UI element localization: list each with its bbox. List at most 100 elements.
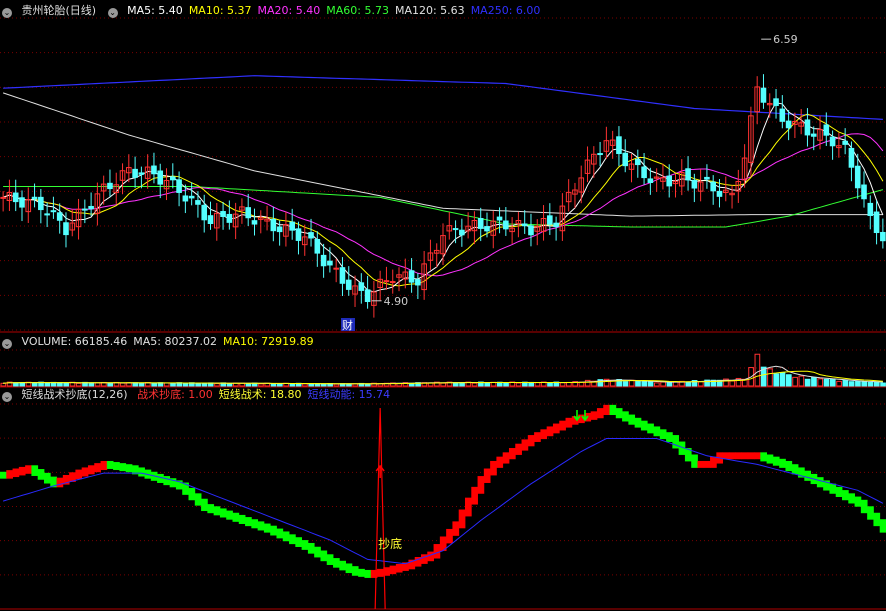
candle-body: [528, 225, 534, 236]
momentum-bar: [314, 546, 321, 558]
collapse-icon[interactable]: ⌄: [107, 8, 118, 18]
collapse-icon[interactable]: ⌄: [2, 339, 12, 349]
momentum-bar: [358, 568, 365, 577]
volume-bar: [333, 383, 340, 387]
candle-body: [0, 196, 6, 199]
momentum-bar: [87, 465, 95, 475]
momentum-bar: [647, 423, 654, 434]
momentum-bar: [113, 462, 120, 471]
volume-bar: [867, 381, 874, 387]
candle-body: [854, 165, 861, 189]
candle-body: [308, 232, 314, 239]
candle-body: [880, 231, 886, 242]
momentum-bar: [446, 528, 453, 544]
collapse-icon[interactable]: ⌄: [2, 8, 12, 18]
momentum-bar: [496, 456, 504, 468]
volume-bar: [622, 381, 629, 387]
momentum-bar: [100, 460, 108, 471]
momentum-bar: [710, 456, 717, 468]
momentum-bar: [452, 521, 460, 536]
legend-item: MA250: 6.00: [470, 4, 541, 17]
volume-bar: [534, 382, 541, 387]
momentum-bar: [119, 463, 127, 472]
momentum-bar: [860, 499, 868, 514]
momentum-bar: [245, 517, 252, 527]
candle-body: [389, 281, 396, 284]
arrow-up-icon: [375, 464, 385, 478]
volume-bar: [798, 375, 805, 387]
momentum-bar: [6, 470, 13, 479]
momentum-bar: [25, 465, 32, 474]
candle-body: [634, 158, 641, 166]
volume-bar: [151, 382, 157, 387]
volume-bar: [75, 382, 82, 387]
candle-body: [622, 152, 629, 167]
price-title: 贵州轮胎(日线): [21, 4, 97, 17]
momentum-bar: [320, 550, 328, 562]
momentum-bar: [263, 523, 271, 533]
momentum-bar: [326, 554, 334, 565]
candle-body: [188, 195, 195, 199]
momentum-bar: [471, 486, 478, 505]
momentum-bar: [697, 460, 705, 468]
candle-body: [157, 170, 164, 185]
momentum-bar: [502, 452, 510, 464]
momentum-bar: [37, 469, 45, 480]
momentum-bar: [345, 563, 353, 574]
momentum-bar: [339, 560, 347, 571]
momentum-bar: [307, 542, 315, 554]
momentum-bar: [867, 506, 874, 520]
volume-bar: [214, 383, 220, 387]
momentum-bar: [276, 528, 284, 539]
momentum-bar: [540, 429, 548, 440]
momentum-bar: [427, 551, 434, 562]
momentum-bar: [622, 411, 629, 422]
legend-item: MA5: 5.40: [127, 4, 183, 17]
volume-bar: [785, 374, 792, 387]
momentum-bar: [333, 558, 340, 568]
volume-bar: [138, 382, 145, 387]
momentum-bar: [301, 540, 309, 550]
candle-body: [82, 208, 88, 211]
volume-bar: [767, 368, 773, 387]
candle-body: [176, 179, 182, 193]
momentum-bar: [43, 472, 51, 484]
momentum-bar: [138, 467, 145, 477]
candle-body: [484, 226, 490, 232]
momentum-bar: [728, 452, 736, 460]
momentum-bar: [163, 476, 171, 486]
momentum-bar: [804, 470, 811, 481]
momentum-bar: [534, 432, 541, 442]
collapse-icon[interactable]: ⌄: [2, 392, 12, 402]
candle-body: [408, 270, 415, 283]
momentum-bar: [835, 486, 843, 498]
indicator-legend: ⌄ 短线战术抄底(12,26) 战术抄底: 1.00 短线战术: 18.80 短线动…: [0, 387, 402, 403]
volume-bar: [823, 378, 830, 387]
candle-body: [760, 87, 767, 103]
candle-body: [44, 213, 50, 216]
candle-body: [50, 210, 57, 213]
volume-bar: [107, 382, 114, 387]
momentum-bar: [421, 554, 428, 564]
candle-body: [107, 182, 113, 190]
high-price-label: 6.59: [773, 33, 798, 46]
candle-body: [415, 279, 421, 286]
momentum-bar: [81, 467, 89, 477]
candle-body: [251, 220, 258, 225]
momentum-bar: [754, 452, 761, 460]
momentum-bar: [483, 468, 491, 483]
legend-item: 战术抄底: 1.00: [137, 388, 213, 401]
volume-bar: [685, 381, 692, 387]
volume-bar: [170, 382, 176, 387]
candle-body: [182, 195, 189, 202]
momentum-bar: [377, 568, 384, 577]
candle-body: [19, 197, 25, 208]
candle-body: [823, 124, 830, 136]
momentum-bar: [232, 512, 240, 522]
momentum-bar: [238, 514, 246, 524]
momentum-bar: [351, 566, 359, 576]
candle-body: [804, 119, 811, 136]
candle-body: [289, 221, 295, 231]
volume-bar: [547, 382, 553, 387]
candle-body: [314, 238, 321, 254]
